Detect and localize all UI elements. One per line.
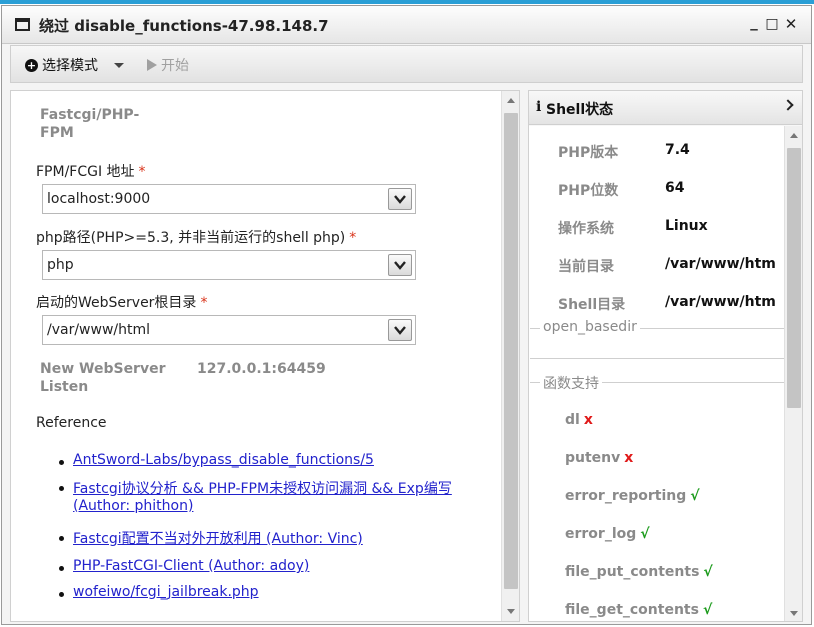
shell-status-title: Shell状态 <box>546 102 614 118</box>
function-item: putenv x <box>565 450 634 466</box>
start-label: 开始 <box>161 58 189 74</box>
start-button[interactable]: 开始 <box>147 55 189 75</box>
reference-link[interactable]: AntSword-Labs/bypass_disable_functions/5 <box>73 452 374 468</box>
info-row: Shell目录 /var/www/htm <box>558 294 776 313</box>
select-mode-label: 选择模式 <box>42 58 98 74</box>
reference-item: wofeiwo/fcgi_jailbreak.php <box>59 584 493 610</box>
reference-list: AntSword-Labs/bypass_disable_functions/5… <box>59 452 493 610</box>
webroot-label: 启动的WebServer根目录 * <box>36 295 208 311</box>
play-icon <box>147 59 157 71</box>
info-row: PHP版本 7.4 <box>558 142 690 161</box>
check-icon: √ <box>690 488 700 504</box>
scroll-down-icon[interactable] <box>507 609 515 614</box>
fpm-address-value: localhost:9000 <box>47 191 151 207</box>
chevron-right-icon[interactable] <box>782 99 794 111</box>
minimize-button[interactable]: _ <box>746 13 762 31</box>
close-button[interactable]: ✕ <box>783 15 799 33</box>
chevron-down-icon[interactable] <box>388 254 412 276</box>
php-path-label: php路径(PHP>=5.3, 并非当前运行的shell php) * <box>36 230 357 246</box>
webroot-select[interactable]: /var/www/html <box>42 315 416 345</box>
open-basedir-legend: open_basedir <box>540 319 640 335</box>
window-titlebar[interactable]: 绕过 disable_functions-47.98.148.7 _ □ ✕ <box>2 6 811 44</box>
shell-status-header[interactable]: i Shell状态 <box>529 91 802 125</box>
open-basedir-group: open_basedir <box>530 319 784 359</box>
window-icon <box>15 18 30 31</box>
function-item: error_log √ <box>565 526 650 542</box>
check-icon: √ <box>703 564 713 580</box>
reference-label: Reference <box>36 415 107 431</box>
webroot-value: /var/www/html <box>47 322 151 338</box>
php-path-value: php <box>47 257 74 273</box>
chevron-down-icon[interactable] <box>388 319 412 341</box>
plus-circle-icon: + <box>25 58 38 72</box>
reference-link[interactable]: Fastcgi配置不当对外开放利用 (Author: Vinc) <box>73 531 363 547</box>
php-path-select[interactable]: php <box>42 250 416 280</box>
status-scrollbar[interactable] <box>784 126 802 621</box>
bypass-window: 绕过 disable_functions-47.98.148.7 _ □ ✕ +… <box>1 5 812 625</box>
config-form-panel: Fastcgi/PHP-FPM FPM/FCGI 地址 * localhost:9… <box>10 90 520 622</box>
scroll-thumb[interactable] <box>787 148 801 408</box>
select-mode-dropdown[interactable]: + 选择模式 <box>25 55 124 75</box>
fpm-address-label: FPM/FCGI 地址 * <box>36 164 146 180</box>
maximize-button[interactable]: □ <box>764 15 780 33</box>
reference-link[interactable]: wofeiwo/fcgi_jailbreak.php <box>73 584 259 600</box>
reference-item: PHP-FastCGI-Client (Author: adoy) <box>59 558 493 584</box>
shell-status-body: PHP版本 7.4 PHP位数 64 操作系统 Linux 当前目录 /var/… <box>529 126 802 621</box>
function-item: file_put_contents √ <box>565 564 713 580</box>
reference-item: AntSword-Labs/bypass_disable_functions/5 <box>59 452 493 478</box>
function-item: error_reporting √ <box>565 488 700 504</box>
function-item: dl x <box>565 412 593 428</box>
background-app-strip <box>0 0 814 4</box>
functions-legend: 函数支持 <box>540 373 602 393</box>
info-row: 当前目录 /var/www/htm <box>558 256 776 275</box>
shell-status-panel: i Shell状态 PHP版本 7.4 PHP位数 64 操作系统 Linux … <box>528 90 803 622</box>
toolbar: + 选择模式 开始 <box>10 45 803 83</box>
info-row: PHP位数 64 <box>558 180 685 199</box>
window-title: 绕过 disable_functions-47.98.148.7 <box>39 17 329 35</box>
caret-down-icon <box>114 62 124 68</box>
scroll-down-icon[interactable] <box>790 611 798 616</box>
scroll-up-icon[interactable] <box>790 133 798 138</box>
info-row: 操作系统 Linux <box>558 218 708 237</box>
check-icon: √ <box>702 602 713 618</box>
new-server-value: 127.0.0.1:64459 <box>197 361 326 377</box>
fpm-address-select[interactable]: localhost:9000 <box>42 184 416 214</box>
reference-link[interactable]: PHP-FastCGI-Client (Author: adoy) <box>73 558 309 574</box>
info-icon: i <box>536 99 542 115</box>
cross-icon: x <box>624 450 634 466</box>
cross-icon: x <box>583 412 593 428</box>
scroll-up-icon[interactable] <box>507 98 515 103</box>
chevron-down-icon[interactable] <box>388 188 412 210</box>
check-icon: √ <box>640 526 650 542</box>
function-item: file_get_contents √ <box>565 602 713 618</box>
reference-item: Fastcgi协议分析 && PHP-FPM未授权访问漏洞 && Exp编写 (… <box>59 478 473 528</box>
reference-link[interactable]: Fastcgi协议分析 && PHP-FPM未授权访问漏洞 && Exp编写 (… <box>73 481 452 514</box>
new-server-label: New WebServer Listen <box>40 361 166 395</box>
form-scrollbar[interactable] <box>501 91 519 621</box>
reference-item: Fastcgi配置不当对外开放利用 (Author: Vinc) <box>59 528 493 558</box>
section-title: Fastcgi/PHP-FPM <box>40 107 140 141</box>
scroll-thumb[interactable] <box>504 113 518 589</box>
